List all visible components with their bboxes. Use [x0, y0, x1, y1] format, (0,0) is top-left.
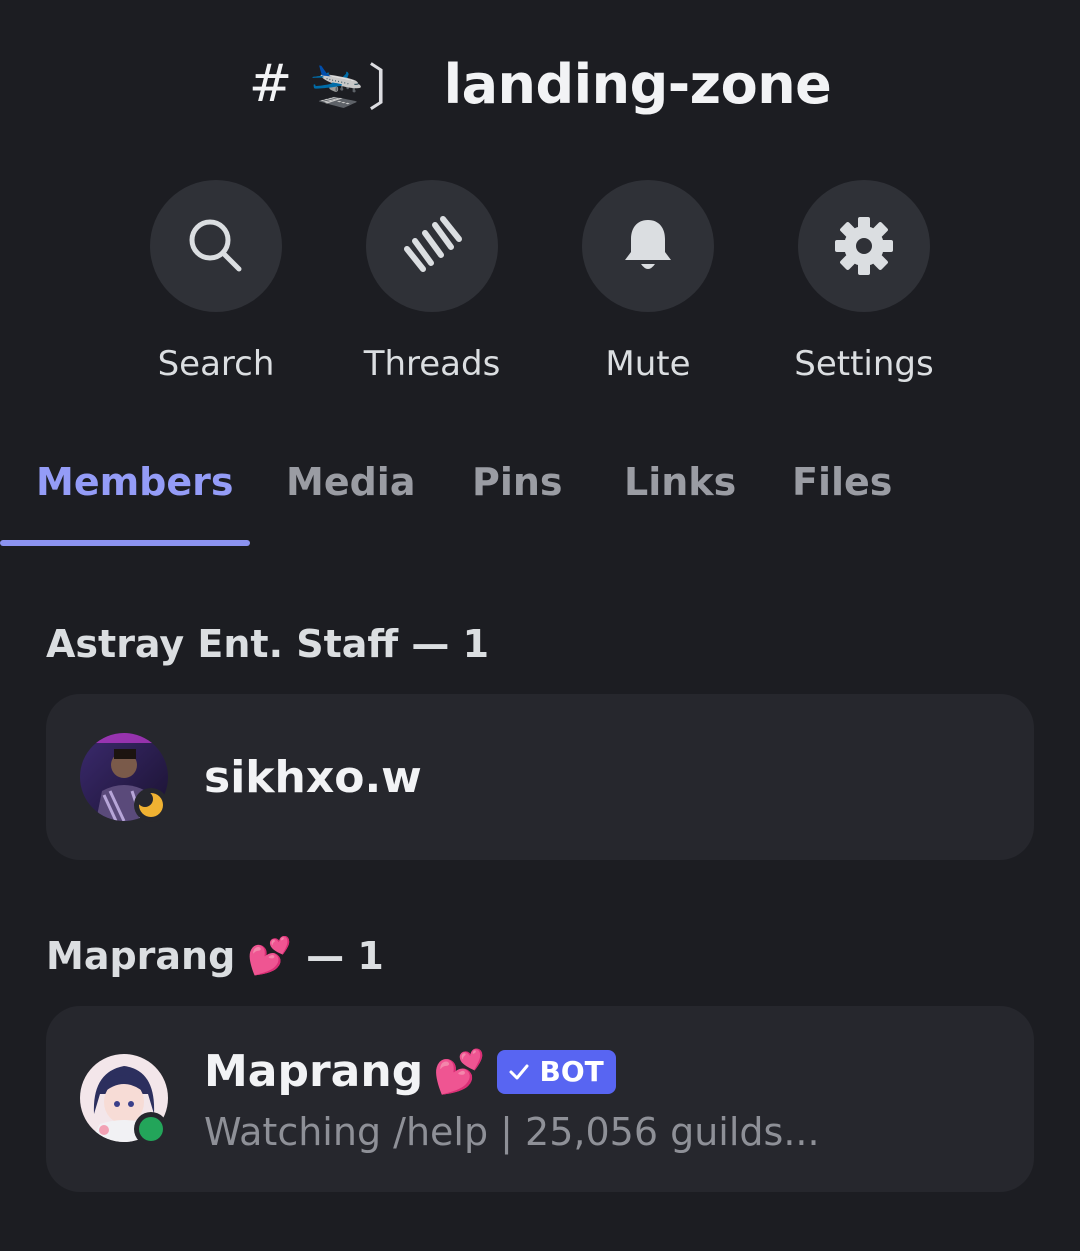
channel-actions: Search Threads Mute Settings: [0, 180, 1080, 400]
mute-label: Mute: [605, 344, 691, 384]
gear-icon: [835, 217, 893, 275]
member-row-sikhxo[interactable]: sikhxo.w: [46, 694, 1034, 860]
section-header-staff: Astray Ent. Staff — 1: [46, 622, 490, 666]
active-tab-indicator: [0, 540, 250, 546]
section-header-label: Maprang: [46, 934, 236, 978]
bot-badge-label: BOT: [539, 1055, 604, 1088]
mute-button[interactable]: Mute: [538, 180, 758, 384]
settings-label: Settings: [794, 344, 934, 384]
search-button[interactable]: Search: [106, 180, 326, 384]
bot-badge: BOT: [497, 1049, 616, 1094]
search-icon: [189, 219, 242, 272]
threads-button[interactable]: Threads: [322, 180, 542, 384]
two-hearts-icon: 💕: [247, 936, 293, 977]
member-name-row: Maprang 💕 BOT: [204, 1046, 616, 1097]
member-activity: Watching /help | 25,056 guilds...: [204, 1110, 820, 1154]
tab-links[interactable]: Links: [624, 460, 736, 504]
threads-label: Threads: [363, 344, 501, 384]
hash-icon: #: [248, 54, 293, 114]
member-name: sikhxo.w: [204, 752, 422, 803]
section-header-maprang: Maprang 💕 — 1: [46, 934, 384, 978]
channel-title: # 🛬 〕 landing-zone: [0, 44, 1080, 124]
tab-files[interactable]: Files: [792, 460, 892, 504]
online-status-icon: [134, 1112, 168, 1146]
member-row-maprang[interactable]: Maprang 💕 BOT Watching /help | 25,056 gu…: [46, 1006, 1034, 1192]
channel-tabs: Members Media Pins Links Files: [0, 450, 1080, 550]
member-name: Maprang: [204, 1046, 424, 1097]
section-header-count: — 1: [306, 934, 384, 978]
idle-status-icon: [134, 788, 168, 822]
channel-name: landing-zone: [443, 52, 832, 116]
threads-icon: [404, 216, 462, 272]
bell-icon: [625, 220, 671, 269]
tab-media[interactable]: Media: [286, 460, 415, 504]
two-hearts-icon: 💕: [433, 1046, 486, 1096]
checkmark-icon: [509, 1064, 529, 1079]
tab-pins[interactable]: Pins: [472, 460, 563, 504]
bracket-glyph: 〕: [368, 59, 418, 117]
airplane-landing-icon: 🛬: [309, 59, 365, 110]
settings-button[interactable]: Settings: [754, 180, 974, 384]
tab-members[interactable]: Members: [36, 460, 234, 504]
search-label: Search: [157, 344, 275, 384]
